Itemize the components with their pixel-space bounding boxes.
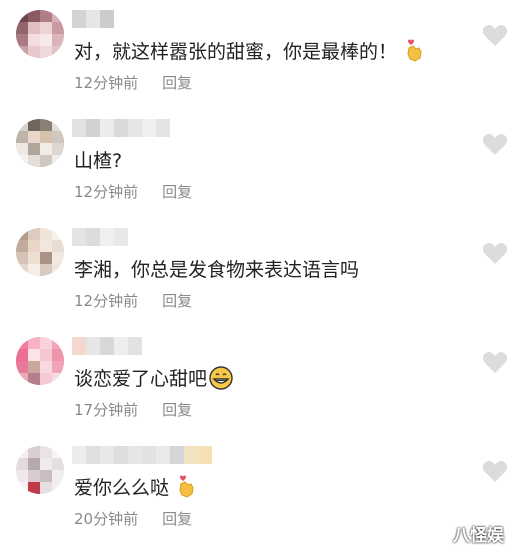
comment-text: 山楂? [74,150,123,172]
heart-outline-icon[interactable] [482,351,508,375]
username-blurred[interactable] [72,337,142,355]
reply-button[interactable]: 回复 [162,508,192,529]
comment-text: 谈恋爱了心甜吧 [74,364,233,391]
grinning-face-emoji-icon [209,365,233,390]
timestamp: 12分钟前 [74,292,139,310]
username-blurred[interactable] [72,10,114,28]
comment-meta: 12分钟前 回复 [74,72,192,93]
timestamp: 20分钟前 [74,510,139,528]
username-blurred[interactable] [72,228,128,246]
reply-button[interactable]: 回复 [162,399,192,420]
comment-meta: 17分钟前 回复 [74,399,192,420]
avatar[interactable] [16,10,64,58]
heart-outline-icon[interactable] [482,24,508,48]
comment-meta: 20分钟前 回复 [74,508,192,529]
avatar[interactable] [16,337,64,385]
comment-meta: 12分钟前 回复 [74,290,192,311]
comment-text: 爱你么么哒 [74,473,197,500]
comment-item: 谈恋爱了心甜吧 17分钟前 回复 [0,327,512,435]
avatar[interactable] [16,119,64,167]
timestamp: 12分钟前 [74,183,139,201]
comment-item: 爱你么么哒 20分钟前 回复 [0,436,512,544]
heart-hand-emoji-icon [179,475,194,498]
comment-item: 山楂? 12分钟前 回复 [0,109,512,217]
username-blurred[interactable] [72,446,212,464]
reply-button[interactable]: 回复 [162,290,192,311]
avatar[interactable] [16,446,64,494]
comment-text: 对，就这样嚣张的甜蜜，你是最棒的！ [74,37,425,64]
heart-hand-emoji-icon [407,39,422,62]
username-blurred[interactable] [72,119,170,137]
comment-item: 李湘，你总是发食物来表达语言吗 12分钟前 回复 [0,218,512,326]
timestamp: 17分钟前 [74,401,139,419]
reply-button[interactable]: 回复 [162,72,192,93]
comment-meta: 12分钟前 回复 [74,181,192,202]
watermark-logo: 八怪娱 [453,526,504,546]
comment-item: 对，就这样嚣张的甜蜜，你是最棒的！ 12分钟前 回复 [0,0,512,108]
timestamp: 12分钟前 [74,74,139,92]
avatar[interactable] [16,228,64,276]
comment-text: 李湘，你总是发食物来表达语言吗 [74,259,360,281]
reply-button[interactable]: 回复 [162,181,192,202]
heart-outline-icon[interactable] [482,133,508,157]
heart-outline-icon[interactable] [482,460,508,484]
heart-outline-icon[interactable] [482,242,508,266]
